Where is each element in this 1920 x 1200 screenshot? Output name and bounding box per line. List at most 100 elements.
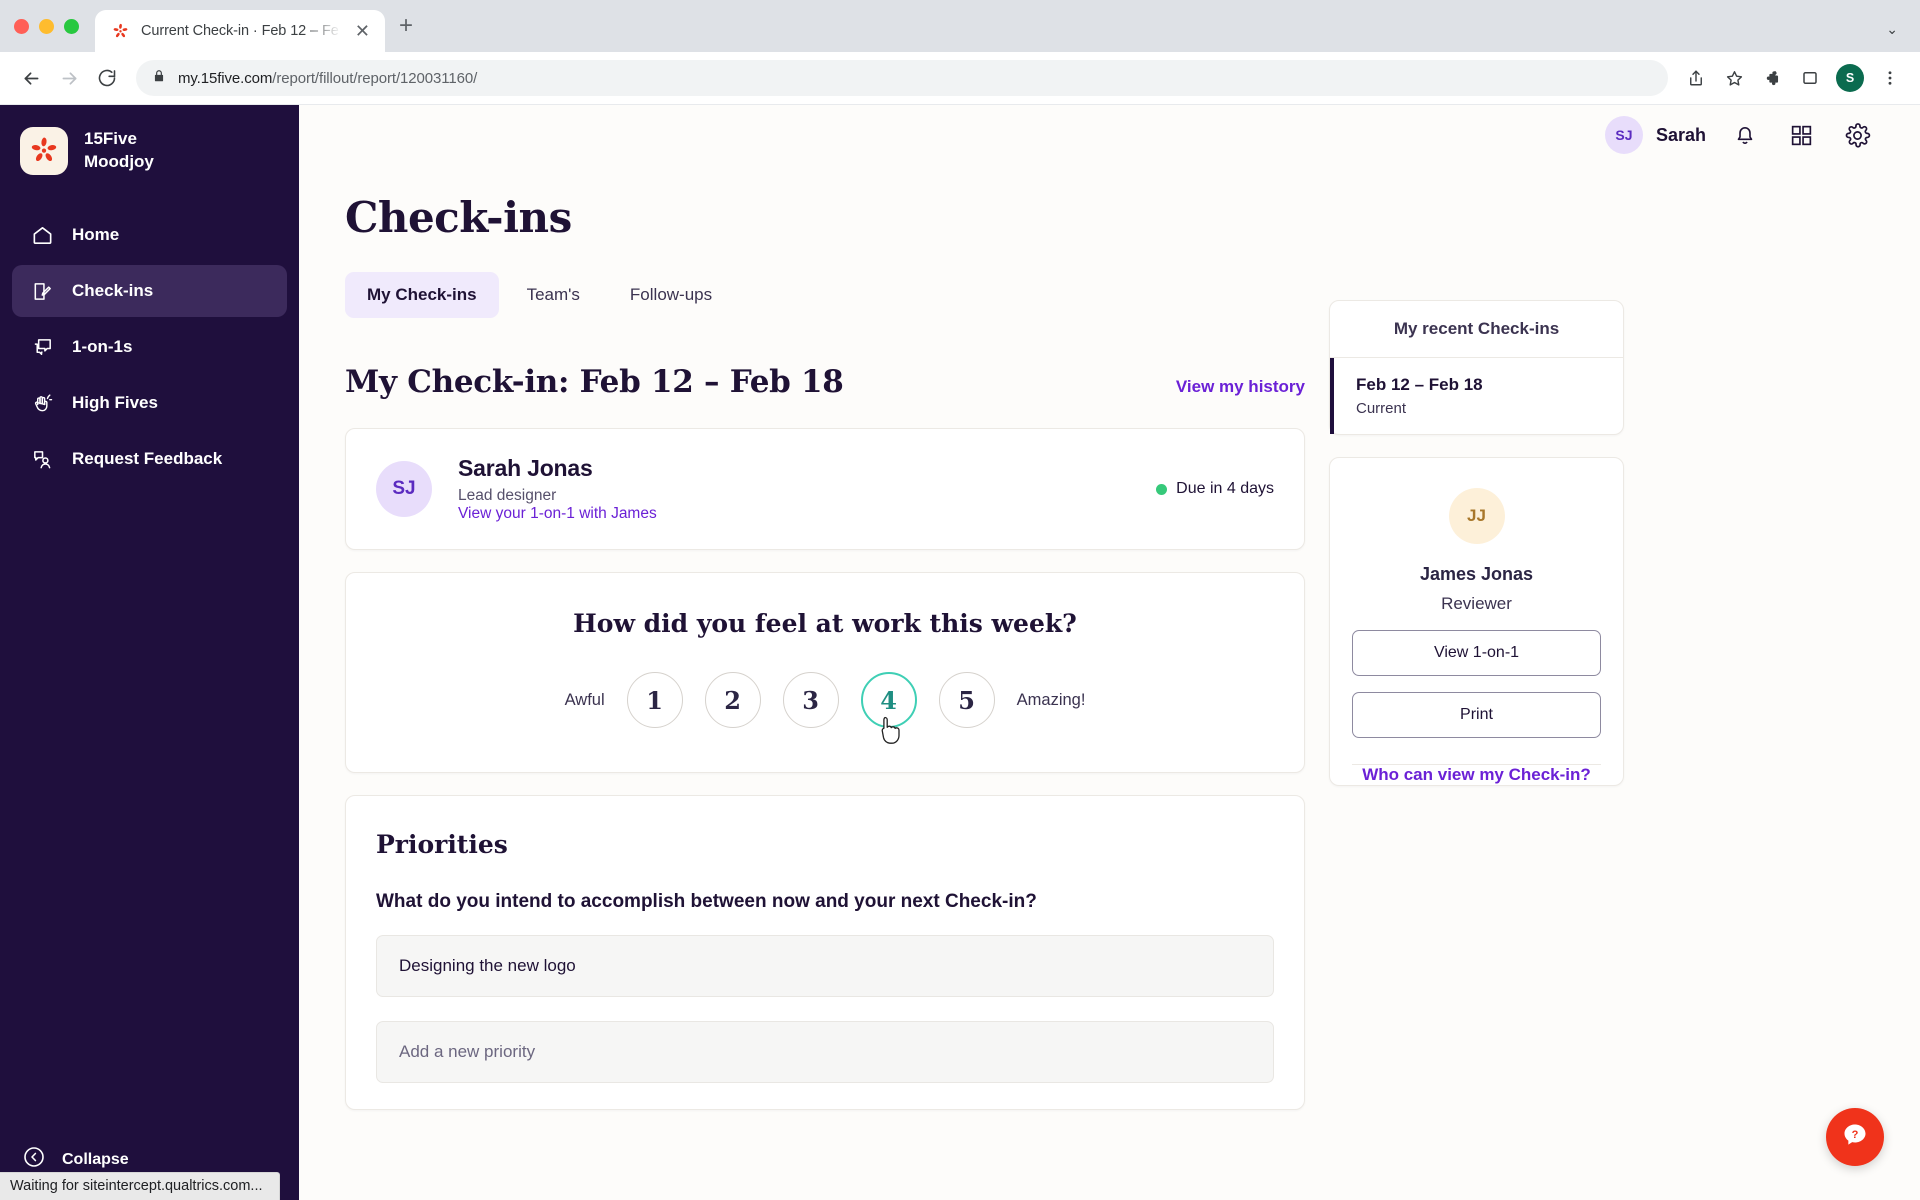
minimize-window-button[interactable] xyxy=(39,19,54,34)
toolbar-icons: S xyxy=(1680,62,1906,94)
reload-button[interactable] xyxy=(90,61,124,95)
priorities-title: Priorities xyxy=(376,830,508,859)
mood-scale: Awful 1 2 3 4 5 Amazing! xyxy=(376,672,1274,744)
person-card: SJ Sarah Jonas Lead designer View your 1… xyxy=(345,428,1305,550)
mood-option-4-wrap: 4 xyxy=(860,672,917,744)
page-content: Check-ins My Check-ins Team's Follow-ups… xyxy=(299,165,1920,1200)
svg-text:?: ? xyxy=(1852,1129,1859,1141)
person-role: Lead designer xyxy=(458,487,557,504)
mood-option-2[interactable]: 2 xyxy=(704,672,761,728)
browser-tab-title: Current Check-in · Feb 12 – Fe xyxy=(141,23,339,39)
browser-tab-strip: Current Check-in · Feb 12 – Fe ✕ + ⌄ xyxy=(0,0,1920,52)
browser-profile-avatar[interactable]: S xyxy=(1836,64,1864,92)
lock-icon xyxy=(152,69,166,88)
view-1-on-1-link[interactable]: View your 1-on-1 with James xyxy=(458,505,657,522)
add-new-priority-input[interactable]: Add a new priority xyxy=(376,1021,1274,1083)
chat-icon xyxy=(30,335,54,359)
sidebar-item-label: Home xyxy=(72,225,120,244)
recent-check-in-status: Current xyxy=(1356,400,1407,417)
brand-product-name: 15Five xyxy=(84,129,137,149)
view-1-on-1-button[interactable]: View 1-on-1 xyxy=(1352,630,1601,676)
high-five-icon xyxy=(30,391,54,415)
window-traffic-lights xyxy=(14,19,79,52)
mood-high-label: Amazing! xyxy=(1016,690,1086,709)
sidebar-item-1-on-1s[interactable]: 1-on-1s xyxy=(12,321,287,373)
list-item[interactable]: Feb 12 – Feb 18 Current xyxy=(1330,358,1623,434)
address-bar-text: my.15five.com/report/fillout/report/1200… xyxy=(178,69,478,87)
tab-follow-ups[interactable]: Follow-ups xyxy=(608,272,734,318)
close-window-button[interactable] xyxy=(14,19,29,34)
recent-check-in-range: Feb 12 – Feb 18 xyxy=(1356,375,1483,394)
scrollbar[interactable] xyxy=(1910,105,1920,1200)
reviewer-panel: JJ James Jonas Reviewer View 1-on-1 Prin… xyxy=(1329,457,1624,786)
app-sidebar: 15Five Moodjoy Home Check-ins 1-on-1s Hi… xyxy=(0,105,299,1200)
home-icon xyxy=(30,223,54,247)
help-button[interactable]: ? xyxy=(1826,1108,1884,1166)
priority-item-input[interactable]: Designing the new logo xyxy=(376,935,1274,997)
sidebar-item-label: High Fives xyxy=(72,393,158,412)
priorities-card: Priorities What do you intend to accompl… xyxy=(345,795,1305,1110)
address-bar[interactable]: my.15five.com/report/fillout/report/1200… xyxy=(136,60,1668,96)
chevron-down-icon[interactable]: ⌄ xyxy=(1886,21,1898,38)
person-name: Sarah Jonas xyxy=(458,455,593,481)
sidebar-item-label: Request Feedback xyxy=(72,449,223,468)
tab-my-check-ins[interactable]: My Check-ins xyxy=(345,272,499,318)
recent-check-ins-title: My recent Check-ins xyxy=(1330,301,1623,358)
browser-menu-icon[interactable] xyxy=(1874,62,1906,94)
bookmark-star-icon[interactable] xyxy=(1718,62,1750,94)
brand-block[interactable]: 15Five Moodjoy xyxy=(0,105,299,185)
view-my-history-link[interactable]: View my history xyxy=(1176,377,1305,397)
section-header: My Check-in: Feb 12 – Feb 18 View my his… xyxy=(345,364,1305,400)
mood-option-5[interactable]: 5 xyxy=(938,672,995,728)
close-tab-button[interactable]: ✕ xyxy=(352,20,373,42)
sidebar-item-high-fives[interactable]: High Fives xyxy=(12,377,287,429)
app-viewport: 15Five Moodjoy Home Check-ins 1-on-1s Hi… xyxy=(0,105,1920,1200)
share-icon[interactable] xyxy=(1680,62,1712,94)
gear-icon[interactable] xyxy=(1840,118,1874,152)
recent-check-ins-panel: My recent Check-ins Feb 12 – Feb 18 Curr… xyxy=(1329,300,1624,435)
back-button[interactable] xyxy=(14,61,48,95)
reviewer-name: James Jonas xyxy=(1419,564,1534,584)
mood-low-label: Awful xyxy=(564,690,605,709)
avatar: SJ xyxy=(1604,116,1643,154)
maximize-window-button[interactable] xyxy=(64,19,79,34)
checkin-icon xyxy=(30,279,54,303)
browser-status-bar: Waiting for siteintercept.qualtrics.com.… xyxy=(0,1172,280,1200)
15five-logo-icon xyxy=(20,127,68,175)
extensions-puzzle-icon[interactable] xyxy=(1756,62,1788,94)
sidebar-nav: Home Check-ins 1-on-1s High Fives Reques… xyxy=(0,209,299,485)
sidebar-item-label: Check-ins xyxy=(72,281,154,300)
request-feedback-icon xyxy=(30,447,54,471)
sidebar-item-request-feedback[interactable]: Request Feedback xyxy=(12,433,287,485)
tab-teams[interactable]: Team's xyxy=(505,272,602,318)
current-user-chip[interactable]: SJ Sarah xyxy=(1604,116,1706,154)
mood-card: How did you feel at work this week? Awfu… xyxy=(345,572,1305,773)
help-question-icon: ? xyxy=(1841,1121,1869,1154)
sidebar-item-check-ins[interactable]: Check-ins xyxy=(12,265,287,317)
due-status-badge: Due in 4 days xyxy=(1156,480,1274,498)
due-status-text: Due in 4 days xyxy=(1176,480,1274,497)
avatar: SJ xyxy=(376,461,432,517)
side-panel-icon[interactable] xyxy=(1794,62,1826,94)
current-user-name: Sarah xyxy=(1655,124,1706,145)
check-ins-tabs: My Check-ins Team's Follow-ups xyxy=(345,272,1305,318)
primary-column: Check-ins My Check-ins Team's Follow-ups… xyxy=(345,193,1305,1110)
mood-option-3[interactable]: 3 xyxy=(782,672,839,728)
mood-option-1[interactable]: 1 xyxy=(626,672,683,728)
browser-toolbar: my.15five.com/report/fillout/report/1200… xyxy=(0,52,1920,105)
mood-option-4[interactable]: 4 xyxy=(860,672,917,728)
apps-grid-icon[interactable] xyxy=(1784,118,1818,152)
check-in-period-title: My Check-in: Feb 12 – Feb 18 xyxy=(345,364,844,400)
bell-icon[interactable] xyxy=(1728,118,1762,152)
print-button[interactable]: Print xyxy=(1352,692,1601,738)
browser-tab[interactable]: Current Check-in · Feb 12 – Fe ✕ xyxy=(95,10,385,52)
sidebar-item-home[interactable]: Home xyxy=(12,209,287,261)
who-can-view-link[interactable]: Who can view my Check-in? xyxy=(1362,741,1591,810)
page-title: Check-ins xyxy=(345,193,572,242)
sidebar-item-label: 1-on-1s xyxy=(72,337,133,356)
priorities-question: What do you intend to accomplish between… xyxy=(376,891,1037,912)
secondary-column: My recent Check-ins Feb 12 – Feb 18 Curr… xyxy=(1329,300,1624,1110)
forward-button[interactable] xyxy=(52,61,86,95)
new-tab-button[interactable]: + xyxy=(385,12,427,52)
avatar: JJ xyxy=(1448,488,1505,544)
